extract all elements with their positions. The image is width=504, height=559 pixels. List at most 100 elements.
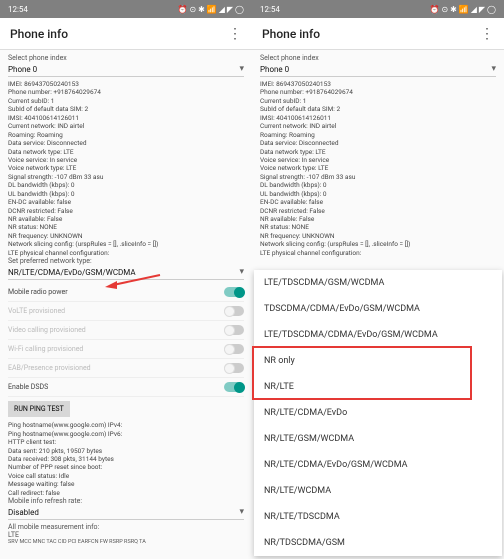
info-line: Data network type: LTE [8,148,244,156]
dropdown-item[interactable]: LTE/TDSCDMA/CDMA/EvDo/GSM/WCDMA [254,322,502,348]
toggle-row: Enable DSDS [8,378,244,397]
meas-label: All mobile measurement info: [8,523,244,531]
info-line: IMEI: 869437050240153 [8,80,244,88]
dropdown-item[interactable]: TDSCDMA/CDMA/EvDo/GSM/WCDMA [254,296,502,322]
phone-info-block: IMEI: 869437050240153Phone number: +9187… [8,80,244,257]
caret-down-icon: ▾ [491,64,496,74]
info-line: Current subID: 1 [260,97,496,105]
meas-lte: LTE [8,531,244,539]
info-line: UL bandwidth (kbps): 0 [260,190,496,198]
overflow-menu-icon[interactable]: ⋮ [480,26,494,42]
toggle-switch[interactable] [224,363,244,373]
phone-index-select[interactable]: Phone 0 ▾ [8,62,244,77]
page-title: Phone info [262,27,320,41]
info-line: IMSI: 404100614126011 [260,114,496,122]
info-line: Phone number: +918764029674 [8,88,244,96]
info-line: UL bandwidth (kbps): 0 [8,190,244,198]
refresh-value: Disabled [8,508,39,517]
info-line: Roaming: Roaming [8,131,244,139]
caret-down-icon: ▾ [239,507,244,517]
toggle-label: VoLTE provisioned [8,307,65,315]
dropdown-item[interactable]: NR/LTE/CDMA/EvDo [254,400,502,426]
info-line: DL bandwidth (kbps): 0 [8,181,244,189]
toggle-switch[interactable] [224,344,244,354]
toggle-label: Video calling provisioned [8,326,86,334]
info-line: Current network: IND airtel [260,122,496,130]
toggle-label: Enable DSDS [8,383,48,391]
phone-info-block: IMEI: 869437050240153Phone number: +9187… [260,80,496,257]
caret-down-icon: ▾ [239,64,244,74]
phone-index-value: Phone 0 [260,65,289,74]
toggle-label: Mobile radio power [8,288,68,296]
overflow-menu-icon[interactable]: ⋮ [228,26,242,42]
dropdown-item[interactable]: NR only [254,348,502,374]
info-line: Voice network type: LTE [260,164,496,172]
info-line: Data sent: 210 pkts, 19507 bytes [8,447,244,455]
info-line: Network slicing config: (urspRules = [],… [260,240,496,248]
status-icons: ⏰ ⊙ ✱ 📶 ◢ ◤ ◯ [178,5,245,14]
info-line: EN-DC available: false [8,198,244,206]
info-line: NR status: NONE [8,223,244,231]
info-line: Voice network type: LTE [8,164,244,172]
toggle-label: Wi-Fi calling provisioned [8,345,83,353]
toggle-row: Mobile radio power [8,283,244,302]
dropdown-item[interactable]: NR/LTE/TDSCDMA [254,504,502,530]
toggle-switch[interactable] [224,306,244,316]
toggle-row: Wi-Fi calling provisioned [8,340,244,359]
refresh-select[interactable]: Disabled ▾ [8,505,244,520]
toggle-switch[interactable] [224,287,244,297]
phone-index-label: Select phone index [260,54,496,62]
info-line: NR available: False [260,215,496,223]
info-line: IMSI: 404100614126011 [8,114,244,122]
dropdown-item[interactable]: NR/LTE [254,374,502,400]
phone-index-label: Select phone index [8,54,244,62]
app-header: Phone info ⋮ [252,18,504,50]
status-time: 12:54 [260,5,280,14]
info-line: DCNR restricted: False [260,207,496,215]
info-line: EN-DC available: false [260,198,496,206]
info-line: Voice service: In service [8,156,244,164]
pref-net-label: Set preferred network type: [8,257,244,265]
pref-net-select[interactable]: NR/LTE/CDMA/EvDo/GSM/WCDMA ▾ [8,265,244,280]
dropdown-item[interactable]: NR/LTE/CDMA/EvDo/GSM/WCDMA [254,452,502,478]
info-line: Current network: IND airtel [8,122,244,130]
info-line: IMEI: 869437050240153 [260,80,496,88]
info-line: Ping hostname(www.google.com) IPv6: [8,430,244,438]
dropdown-item[interactable]: NR/TDSCDMA/GSM [254,530,502,556]
page-title: Phone info [10,27,68,41]
info-line: SubId of default data SIM: 2 [8,105,244,113]
info-line: Signal strength: -107 dBm 33 asu [8,173,244,181]
info-line: Call redirect: false [8,489,244,497]
caret-down-icon: ▾ [239,267,244,277]
toggle-row: EAB/Presence provisioned [8,359,244,378]
info-line: DCNR restricted: False [8,207,244,215]
info-line: Data received: 308 pkts, 31144 bytes [8,455,244,463]
left-pane: 12:54 ⏰ ⊙ ✱ 📶 ◢ ◤ ◯ Phone info ⋮ Select … [0,0,252,559]
dropdown-item[interactable]: NR/LTE/WCDMA [254,478,502,504]
info-line: NR status: NONE [260,223,496,231]
toggle-row: VoLTE provisioned [8,302,244,321]
dropdown-item[interactable]: LTE/TDSCDMA/GSM/WCDMA [254,270,502,296]
info-line: Message waiting: false [8,480,244,488]
info-line: HTTP client test: [8,438,244,446]
meas-columns: SRV MCC MNC TAC CID PCI EARFCN FW RSRP R… [8,539,244,545]
status-icons: ⏰ ⊙ ✱ 📶 ◢ ◤ ◯ [430,5,497,14]
dropdown-item[interactable]: NR/LTE/GSM/WCDMA [254,426,502,452]
left-body: Select phone index Phone 0 ▾ IMEI: 86943… [0,50,252,559]
toggle-switch[interactable] [224,382,244,392]
info-line: Voice call status: Idle [8,472,244,480]
toggle-switch[interactable] [224,325,244,335]
toggles-block: Mobile radio power VoLTE provisioned Video… [8,283,244,397]
phone-index-select[interactable]: Phone 0 ▾ [260,62,496,77]
info-line: Phone number: +918764029674 [260,88,496,96]
info-line: Number of PPP reset since boot: [8,463,244,471]
toggle-row: Video calling provisioned [8,321,244,340]
run-ping-button[interactable]: RUN PING TEST [8,401,70,417]
status-time: 12:54 [8,5,28,14]
info-line: Network slicing config: (urspRules = [],… [8,240,244,248]
info-line: Signal strength: -107 dBm 33 asu [260,173,496,181]
info-line: NR available: False [8,215,244,223]
phone-index-value: Phone 0 [8,65,37,74]
status-bar: 12:54 ⏰ ⊙ ✱ 📶 ◢ ◤ ◯ [252,0,504,18]
info-line: DL bandwidth (kbps): 0 [260,181,496,189]
